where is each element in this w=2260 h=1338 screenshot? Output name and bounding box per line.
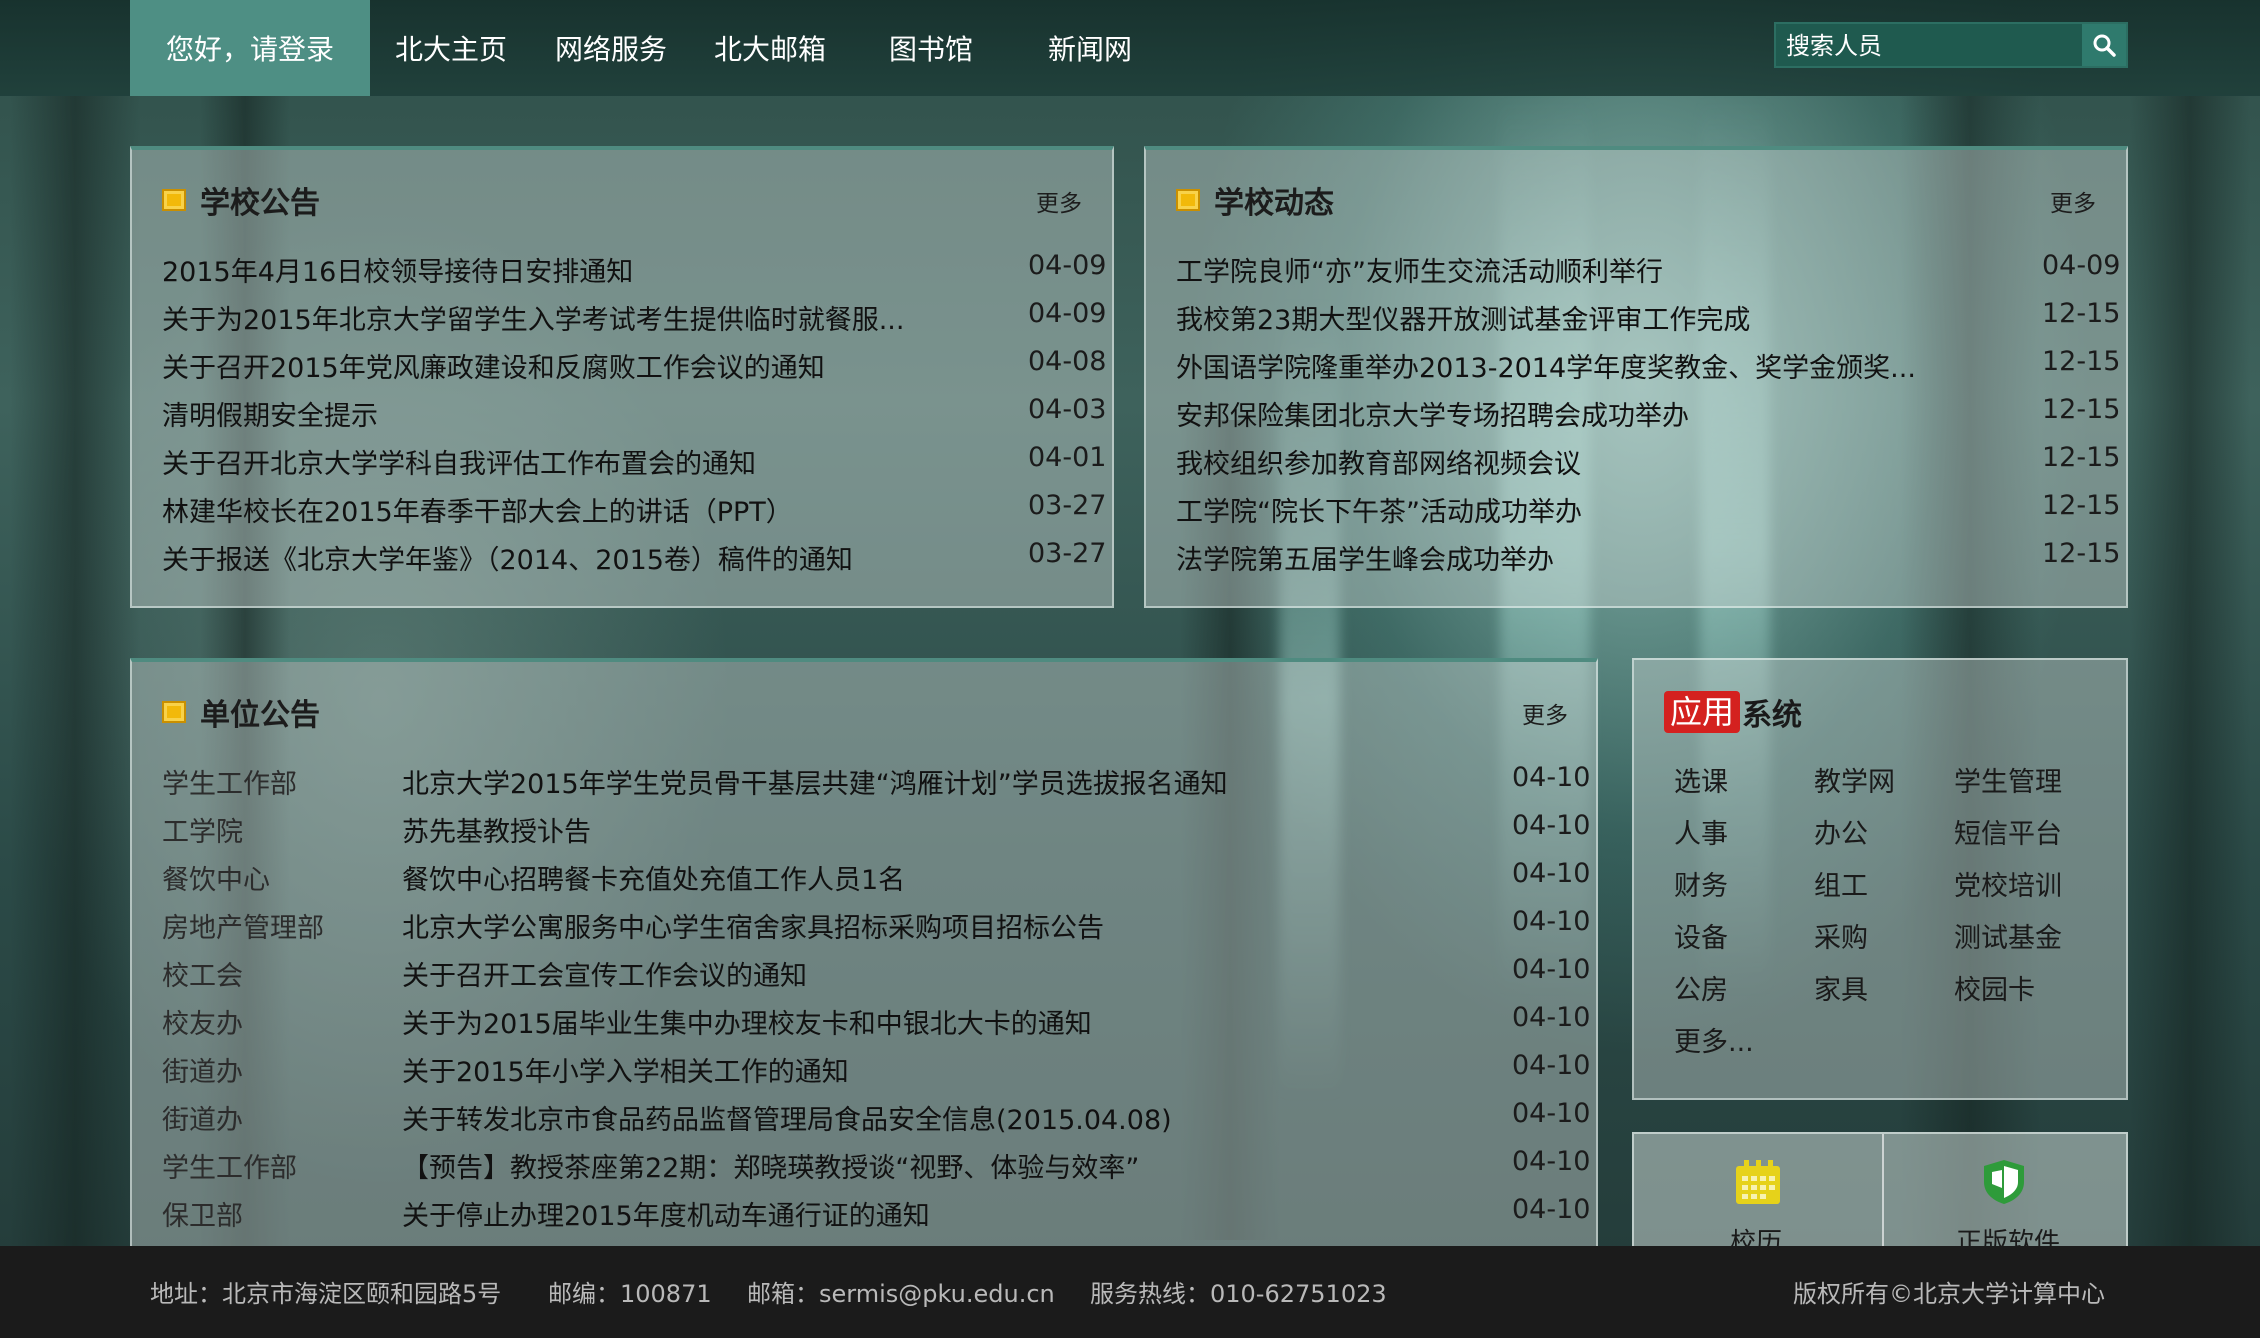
- app-link-campus-card[interactable]: 校园卡: [1954, 968, 2035, 1007]
- nav-link-pku-home[interactable]: 北大主页: [395, 0, 507, 96]
- list-item[interactable]: 工学院良师“亦”友师生交流活动顺利举行 04-09: [1176, 250, 2120, 290]
- footer-address: 地址：北京市海淀区颐和园路5号: [150, 1280, 502, 1308]
- table-row[interactable]: 学生工作部 【预告】教授茶座第22期：郑晓瑛教授谈“视野、体验与效率” 04-10: [162, 1146, 1590, 1186]
- app-system-panel: 应用 系统 选课 教学网 学生管理 人事 办公 短信平台 财务 组工 党校培训 …: [1632, 658, 2128, 1100]
- list-item[interactable]: 2015年4月16日校领导接待日安排通知 04-09: [162, 250, 1106, 290]
- quick-links-panel: 校历 正版软件: [1632, 1132, 2128, 1258]
- table-row[interactable]: 街道办 关于2015年小学入学相关工作的通知 04-10: [162, 1050, 1590, 1090]
- nav-link-library[interactable]: 图书馆: [889, 0, 973, 96]
- list-item[interactable]: 安邦保险集团北京大学专场招聘会成功举办 12-15: [1176, 394, 2120, 434]
- table-row[interactable]: 餐饮中心 餐饮中心招聘餐卡充值处充值工作人员1名 04-10: [162, 858, 1590, 898]
- nav-link-news[interactable]: 新闻网: [1048, 0, 1132, 96]
- table-row[interactable]: 学生工作部 北京大学2015年学生党员骨干基层共建“鸿雁计划”学员选拔报名通知 04…: [162, 762, 1590, 802]
- app-link-equipment[interactable]: 设备: [1674, 916, 1728, 955]
- panel-title: 学校动态: [1176, 178, 1334, 222]
- search-button[interactable]: [2082, 24, 2126, 66]
- app-link-teaching-net[interactable]: 教学网: [1814, 760, 1895, 799]
- app-link-finance[interactable]: 财务: [1674, 864, 1728, 903]
- divider: [1882, 1134, 1884, 1254]
- app-link-course-selection[interactable]: 选课: [1674, 760, 1728, 799]
- panel-title: 单位公告: [162, 690, 320, 734]
- table-row[interactable]: 街道办 关于转发北京市食品药品监督管理局食品安全信息(2015.04.08) 04-…: [162, 1098, 1590, 1138]
- school-news-panel: 学校动态 更多 工学院良师“亦”友师生交流活动顺利举行 04-09 我校第23期大…: [1144, 146, 2128, 608]
- app-link-sms-platform[interactable]: 短信平台: [1954, 812, 2062, 851]
- folder-icon: [162, 701, 186, 723]
- table-row[interactable]: 房地产管理部 北京大学公寓服务中心学生宿舍家具招标采购项目招标公告 04-10: [162, 906, 1590, 946]
- more-link[interactable]: 更多: [1522, 696, 1568, 730]
- calendar-icon: [1736, 1160, 1780, 1204]
- app-link-procurement[interactable]: 采购: [1814, 916, 1868, 955]
- table-row[interactable]: 校工会 关于召开工会宣传工作会议的通知 04-10: [162, 954, 1590, 994]
- footer: 地址：北京市海淀区颐和园路5号 邮编：100871 邮箱：sermis@pku.…: [0, 1246, 2260, 1338]
- shield-icon: [1984, 1160, 2024, 1204]
- top-navigation-bar: 您好，请登录 北大主页 网络服务 北大邮箱 图书馆 新闻网: [0, 0, 2260, 96]
- app-system-title: 应用 系统: [1664, 690, 1802, 734]
- list-item[interactable]: 清明假期安全提示 04-03: [162, 394, 1106, 434]
- login-link[interactable]: 您好，请登录: [130, 0, 370, 96]
- footer-email[interactable]: 邮箱：sermis@pku.edu.cn: [747, 1274, 1055, 1309]
- nav-link-pku-mail[interactable]: 北大邮箱: [714, 0, 826, 96]
- app-link-student-management[interactable]: 学生管理: [1954, 760, 2062, 799]
- table-row[interactable]: 校友办 关于为2015届毕业生集中办理校友卡和中银北大卡的通知 04-10: [162, 1002, 1590, 1042]
- app-link-party-school[interactable]: 党校培训: [1954, 864, 2062, 903]
- app-more-link[interactable]: 更多...: [1674, 1020, 1754, 1059]
- list-item[interactable]: 我校组织参加教育部网络视频会议 12-15: [1176, 442, 2120, 482]
- list-item[interactable]: 关于报送《北京大学年鉴》（2014、2015卷）稿件的通知 03-27: [162, 538, 1106, 578]
- nav-link-network-services[interactable]: 网络服务: [555, 0, 667, 96]
- list-item[interactable]: 关于为2015年北京大学留学生入学考试考生提供临时就餐服... 04-09: [162, 298, 1106, 338]
- more-link[interactable]: 更多: [1036, 184, 1082, 218]
- school-notice-panel: 学校公告 更多 2015年4月16日校领导接待日安排通知 04-09 关于为201…: [130, 146, 1114, 608]
- people-search: [1774, 22, 2128, 68]
- app-link-public-housing[interactable]: 公房: [1674, 968, 1728, 1007]
- app-link-personnel[interactable]: 人事: [1674, 812, 1728, 851]
- table-row[interactable]: 保卫部 关于停止办理2015年度机动车通行证的通知 04-10: [162, 1194, 1590, 1234]
- folder-icon: [1176, 189, 1200, 211]
- list-item[interactable]: 我校第23期大型仪器开放测试基金评审工作完成 12-15: [1176, 298, 2120, 338]
- unit-notice-panel: 单位公告 更多 学生工作部 北京大学2015年学生党员骨干基层共建“鸿雁计划”学员…: [130, 658, 1598, 1278]
- folder-icon: [162, 189, 186, 211]
- list-item[interactable]: 关于召开北京大学学科自我评估工作布置会的通知 04-01: [162, 442, 1106, 482]
- panel-title: 学校公告: [162, 178, 320, 222]
- app-link-organization[interactable]: 组工: [1814, 864, 1868, 903]
- search-input[interactable]: [1784, 28, 2068, 64]
- app-link-furniture[interactable]: 家具: [1814, 968, 1868, 1007]
- footer-hotline: 服务热线：010-62751023: [1090, 1280, 1387, 1308]
- app-link-test-fund[interactable]: 测试基金: [1954, 916, 2062, 955]
- list-item[interactable]: 林建华校长在2015年春季干部大会上的讲话（PPT） 03-27: [162, 490, 1106, 530]
- footer-postcode: 邮编：100871: [548, 1280, 712, 1308]
- list-item[interactable]: 关于召开2015年党风廉政建设和反腐败工作会议的通知 04-08: [162, 346, 1106, 386]
- table-row[interactable]: 工学院 苏先基教授讣告 04-10: [162, 810, 1590, 850]
- list-item[interactable]: 法学院第五届学生峰会成功举办 12-15: [1176, 538, 2120, 578]
- list-item[interactable]: 工学院“院长下午茶”活动成功举办 12-15: [1176, 490, 2120, 530]
- list-item[interactable]: 外国语学院隆重举办2013-2014学年度奖教金、奖学金颁奖... 12-15: [1176, 346, 2120, 386]
- more-link[interactable]: 更多: [2050, 184, 2096, 218]
- app-link-office[interactable]: 办公: [1814, 812, 1868, 851]
- footer-copyright: 版权所有©北京大学计算中心: [1793, 1280, 2105, 1308]
- search-icon: [2093, 34, 2116, 57]
